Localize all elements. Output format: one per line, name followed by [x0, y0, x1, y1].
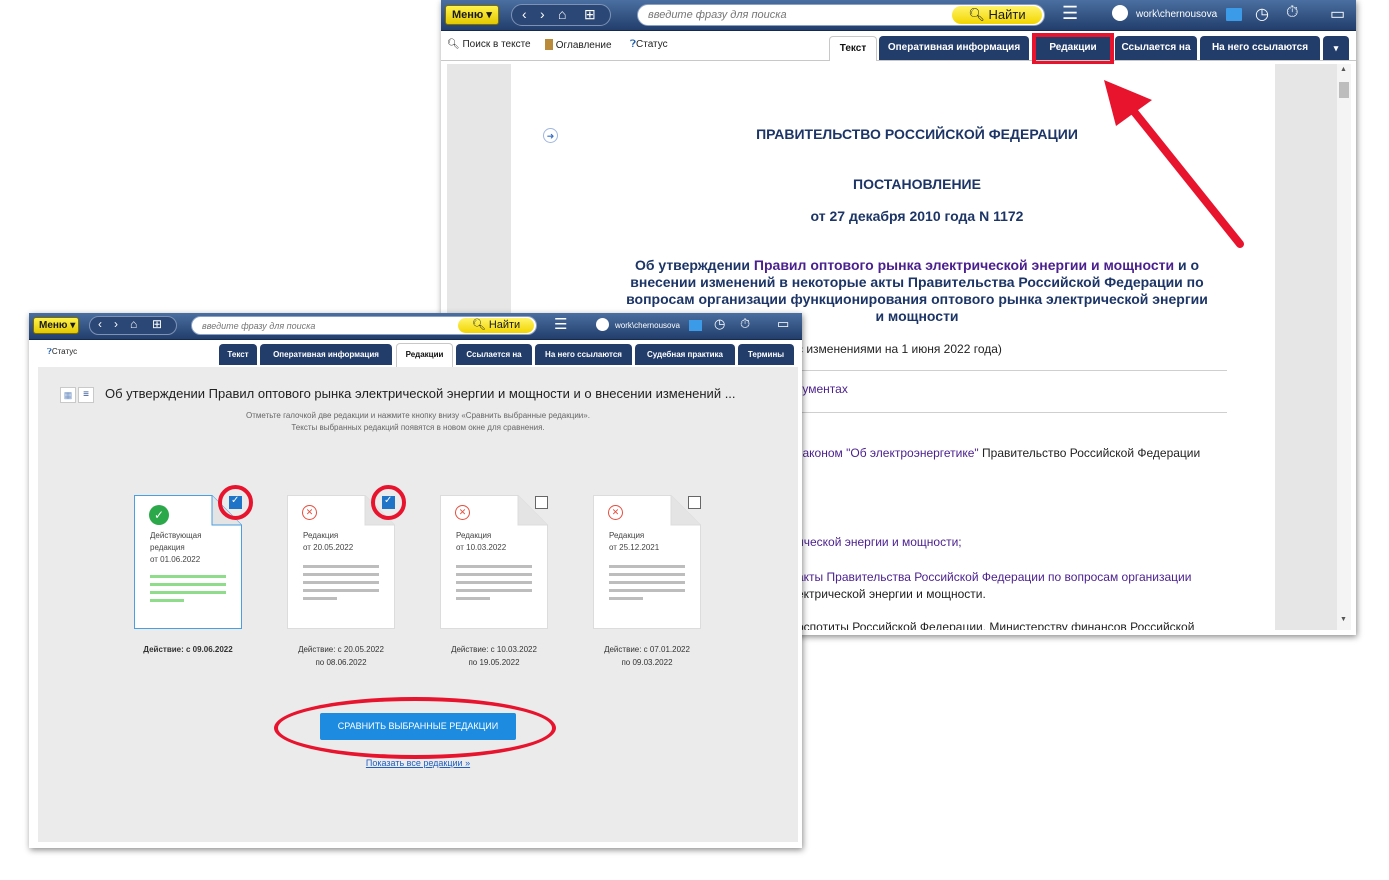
- grid-view-icon[interactable]: ▦: [60, 387, 76, 403]
- x-circle-icon: ✕: [455, 505, 470, 520]
- tab-refers-to[interactable]: Ссылается на: [456, 344, 532, 365]
- search-input[interactable]: [202, 320, 442, 332]
- hamburger-icon[interactable]: ☰: [554, 315, 567, 333]
- chat-icon[interactable]: ▭: [777, 316, 789, 332]
- menu-button[interactable]: Меню ▾: [33, 317, 79, 334]
- card-label: Действующая редакция от 01.06.2022: [150, 530, 201, 566]
- card-action-dates: Действие: с 09.06.2022: [118, 643, 258, 656]
- text-line: [303, 573, 379, 576]
- folder-icon[interactable]: [689, 320, 702, 331]
- text-line: [456, 565, 532, 568]
- find-button[interactable]: 🔍︎ Найти: [458, 318, 534, 333]
- redaction-card-4[interactable]: ✕ Редакция от 25.12.2021: [593, 495, 701, 629]
- navigation-group: ‹ › ⌂ ⊞: [89, 316, 177, 335]
- text-line: [609, 573, 685, 576]
- card-action-from: Действие: с 07.01.2022: [604, 645, 690, 654]
- hint-line-2: Тексты выбранных редакций появятся в нов…: [291, 423, 545, 432]
- redactions-panel: ▦ ≡ Об утверждении Правил оптового рынка…: [38, 367, 798, 842]
- document-subbar: ❓︎Статус Текст Оперативная информация Ре…: [29, 340, 802, 367]
- back-icon[interactable]: ‹: [98, 317, 102, 331]
- text-line: [456, 581, 532, 584]
- user-name[interactable]: work\chernousova: [615, 321, 680, 330]
- card-action-from: Действие: с 09.06.2022: [143, 645, 233, 654]
- text-line: [150, 583, 226, 586]
- document-title: Об утверждении Правил оптового рынка эле…: [105, 386, 736, 401]
- checkbox-highlight-circle-1: [218, 485, 253, 520]
- hint-line-1: Отметьте галочкой две редакции и нажмите…: [246, 411, 590, 420]
- x-circle-icon: ✕: [608, 505, 623, 520]
- text-line: [456, 573, 532, 576]
- tab-referenced-by[interactable]: На него ссылаются: [535, 344, 632, 365]
- compare-highlight-ellipse: [274, 697, 556, 759]
- card-label-line1: Редакция: [303, 531, 339, 540]
- status-label: Статус: [51, 347, 78, 356]
- forward-icon[interactable]: ›: [114, 317, 118, 331]
- text-line: [609, 581, 685, 584]
- text-line: [456, 597, 490, 600]
- search-box: 🔍︎ Найти: [191, 316, 537, 335]
- text-line: [303, 581, 379, 584]
- text-line: [456, 589, 532, 592]
- card-action-to: по 19.05.2022: [468, 658, 520, 667]
- card-label-line1: Редакция: [609, 531, 645, 540]
- text-line: [609, 589, 685, 592]
- text-line: [150, 591, 226, 594]
- card-label-line2: от 25.12.2021: [609, 543, 660, 552]
- show-all-redactions-link[interactable]: Показать все редакции »: [38, 758, 798, 768]
- home-icon[interactable]: ⌂: [130, 317, 137, 331]
- card-action-dates: Действие: с 10.03.2022 по 19.05.2022: [424, 643, 564, 669]
- text-line: [303, 589, 379, 592]
- card-action-from: Действие: с 20.05.2022: [298, 645, 384, 654]
- redaction-checkbox-3[interactable]: [535, 496, 548, 509]
- card-action-to: по 08.06.2022: [315, 658, 367, 667]
- checkbox-highlight-circle-2: [371, 485, 406, 520]
- tab-redactions[interactable]: Редакции: [396, 343, 453, 367]
- text-line: [150, 599, 184, 602]
- card-action-to: по 09.03.2022: [621, 658, 673, 667]
- card-action-from: Действие: с 10.03.2022: [451, 645, 537, 654]
- redactions-window: Меню ▾ ‹ › ⌂ ⊞ 🔍︎ Найти ☰ work\chernouso…: [29, 313, 802, 848]
- redaction-checkbox-4[interactable]: [688, 496, 701, 509]
- apps-grid-icon[interactable]: ⊞: [152, 317, 162, 331]
- find-label: Найти: [488, 319, 521, 331]
- text-line: [609, 597, 643, 600]
- user-avatar-icon: [596, 318, 609, 331]
- card-label: Редакция от 10.03.2022: [456, 530, 506, 554]
- x-circle-icon: ✕: [302, 505, 317, 520]
- tab-court-practice[interactable]: Судебная практика: [635, 344, 735, 365]
- text-line: [303, 565, 379, 568]
- stopwatch-icon[interactable]: ⏱︎: [740, 316, 750, 332]
- text-line: [303, 597, 337, 600]
- list-view-icon[interactable]: ≡: [78, 387, 94, 403]
- tab-operative-info[interactable]: Оперативная информация: [260, 344, 392, 365]
- history-clock-icon[interactable]: ◷: [714, 316, 725, 332]
- tab-terms[interactable]: Термины: [738, 344, 794, 365]
- card-label: Редакция от 20.05.2022: [303, 530, 353, 554]
- card-label-line1: Редакция: [456, 531, 492, 540]
- card-label-line2: от 10.03.2022: [456, 543, 507, 552]
- card-label-line3: от 01.06.2022: [150, 555, 201, 564]
- card-label-line2: редакция: [150, 543, 185, 552]
- magnifier-icon: 🔍︎: [471, 319, 486, 331]
- check-circle-icon: ✓: [149, 505, 169, 525]
- card-action-dates: Действие: с 07.01.2022 по 09.03.2022: [577, 643, 717, 669]
- card-label-line2: от 20.05.2022: [303, 543, 354, 552]
- card-label-line1: Действующая: [150, 531, 202, 540]
- redaction-card-3[interactable]: ✕ Редакция от 10.03.2022: [440, 495, 548, 629]
- text-line: [150, 575, 226, 578]
- top-toolbar: Меню ▾ ‹ › ⌂ ⊞ 🔍︎ Найти ☰ work\chernouso…: [29, 313, 802, 340]
- text-line: [609, 565, 685, 568]
- status-tool[interactable]: ❓︎Статус: [47, 347, 77, 357]
- card-label: Редакция от 25.12.2021: [609, 530, 659, 554]
- card-action-dates: Действие: с 20.05.2022 по 08.06.2022: [271, 643, 411, 669]
- tab-text[interactable]: Текст: [219, 344, 257, 365]
